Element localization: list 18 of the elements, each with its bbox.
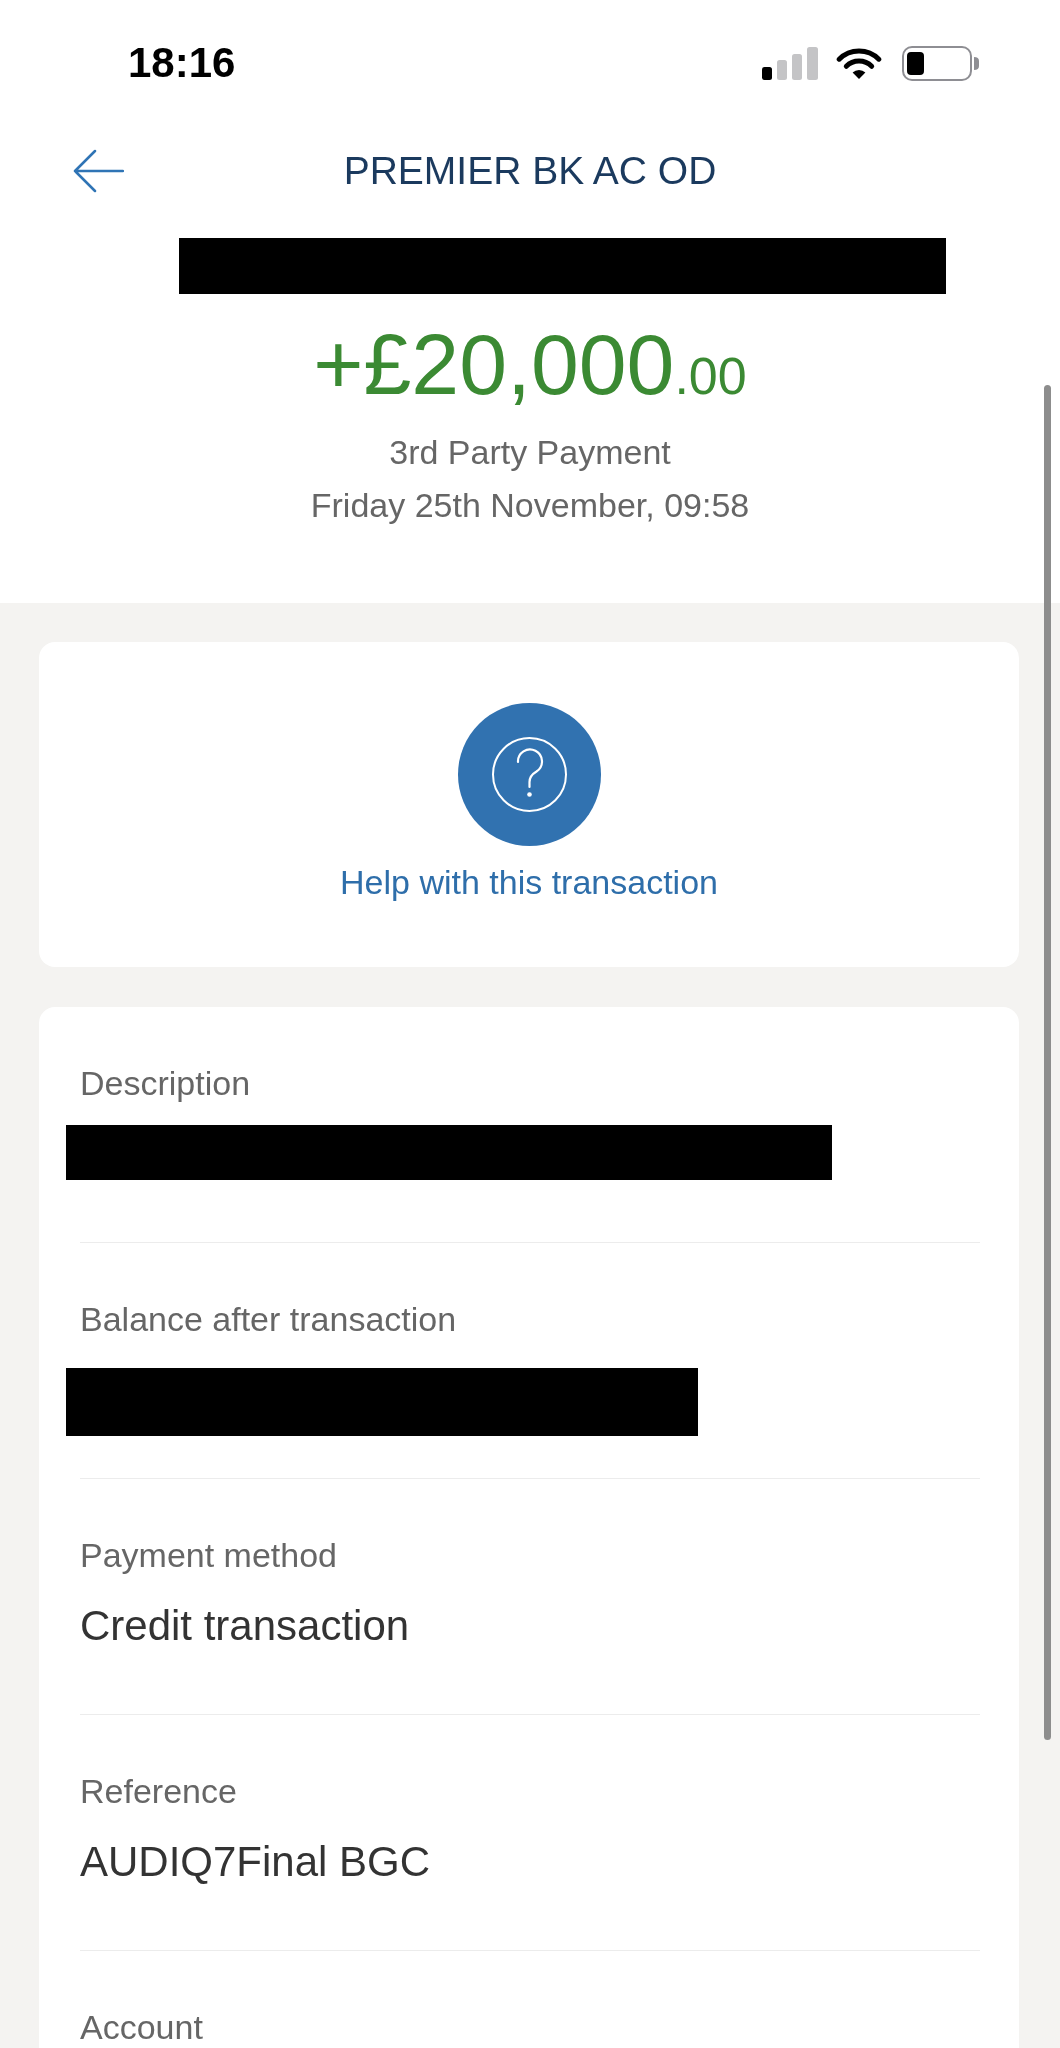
detail-value: AUDIQ7Final BGC — [80, 1837, 431, 1887]
help-icon[interactable] — [457, 703, 601, 846]
help-link[interactable]: Help with this transaction — [340, 861, 718, 903]
page-title: PREMIER BK AC OD — [343, 148, 717, 194]
transaction-amount: +£20,000.00 — [313, 316, 747, 414]
detail-label: Description — [80, 1063, 251, 1103]
detail-label: Balance after transaction — [80, 1299, 457, 1339]
transaction-type: 3rd Party Payment — [389, 432, 671, 473]
wifi-icon — [836, 47, 882, 79]
detail-label: Reference — [80, 1771, 237, 1811]
detail-label: Payment method — [80, 1535, 338, 1575]
battery-icon — [902, 45, 980, 81]
detail-label: Account — [80, 2007, 203, 2047]
signal-icon — [762, 46, 818, 80]
detail-value: Credit transaction — [80, 1601, 410, 1651]
transaction-date: Friday 25th November, 09:58 — [310, 485, 750, 526]
back-arrow-icon[interactable] — [72, 149, 124, 193]
status-time: 18:16 — [128, 42, 236, 84]
